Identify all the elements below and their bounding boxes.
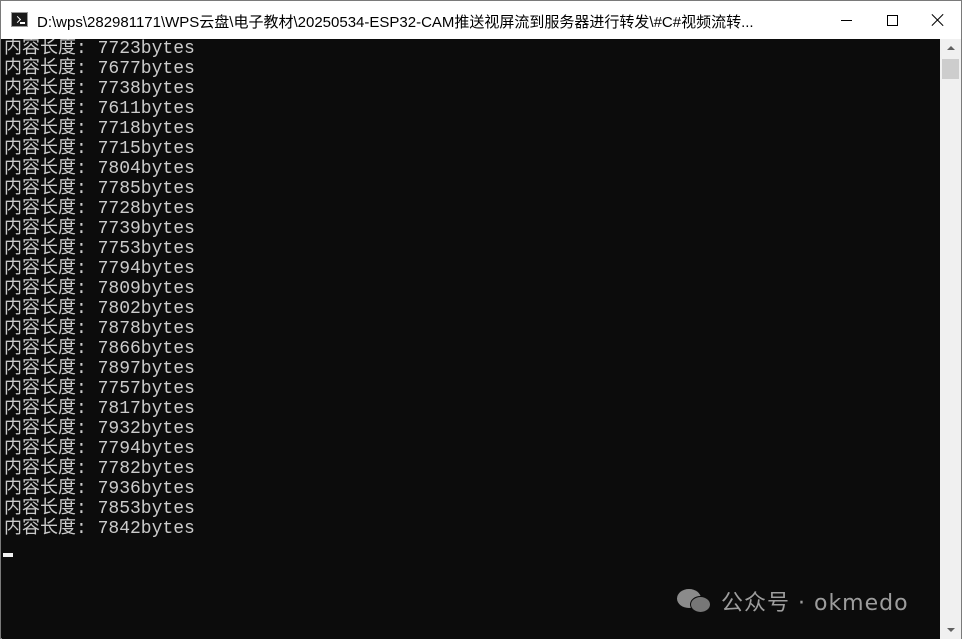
console-line: 内容长度: 7842bytes	[4, 519, 195, 539]
console-line: 内容长度: 7878bytes	[4, 319, 195, 339]
scroll-down-button[interactable]	[940, 621, 961, 639]
console-line: 内容长度: 7782bytes	[4, 459, 195, 479]
console-line: 内容长度: 7804bytes	[4, 159, 195, 179]
window-title: D:\wps\282981171\WPS云盘\电子教材\20250534-ESP…	[37, 14, 754, 31]
console-app-icon[interactable]	[11, 12, 28, 27]
console-line: 内容长度: 7817bytes	[4, 399, 195, 419]
chevron-up-icon	[946, 46, 955, 50]
console-line: 内容长度: 7936bytes	[4, 479, 195, 499]
console-line: 内容长度: 7794bytes	[4, 439, 195, 459]
console-line: 内容长度: 7794bytes	[4, 259, 195, 279]
console-line: 内容长度: 7866bytes	[4, 339, 195, 359]
console-line: 内容长度: 7753bytes	[4, 239, 195, 259]
maximize-button[interactable]	[869, 1, 915, 39]
console-line: 内容长度: 7677bytes	[4, 59, 195, 79]
console-line: 内容长度: 7718bytes	[4, 119, 195, 139]
console-output[interactable]: 内容长度: 7723bytes 内容长度: 7677bytes 内容长度: 77…	[2, 39, 940, 639]
console-line: 内容长度: 7739bytes	[4, 219, 195, 239]
chat-bubble-icon	[690, 596, 711, 613]
console-line: 内容长度: 7809bytes	[4, 279, 195, 299]
console-line: 内容长度: 7785bytes	[4, 179, 195, 199]
close-icon	[931, 13, 945, 27]
console-line: 内容长度: 7802bytes	[4, 299, 195, 319]
console-line: 内容长度: 7611bytes	[4, 99, 195, 119]
console-line: 内容长度: 7728bytes	[4, 199, 195, 219]
console-line: 内容长度: 7723bytes	[4, 39, 195, 59]
console-line: 内容长度: 7897bytes	[4, 359, 195, 379]
title-bar[interactable]: D:\wps\282981171\WPS云盘\电子教材\20250534-ESP…	[1, 1, 961, 39]
watermark: 公众号 · okmedo	[677, 585, 909, 617]
chevron-down-icon	[946, 628, 955, 632]
close-button[interactable]	[915, 1, 961, 39]
scroll-up-button[interactable]	[940, 39, 961, 57]
console-line: 内容长度: 7715bytes	[4, 139, 195, 159]
scrollbar-thumb[interactable]	[942, 59, 959, 79]
console-window: D:\wps\282981171\WPS云盘\电子教材\20250534-ESP…	[0, 0, 962, 639]
console-line: 内容长度: 7757bytes	[4, 379, 195, 399]
console-line: 内容长度: 7932bytes	[4, 419, 195, 439]
text-cursor	[3, 553, 13, 557]
minimize-icon	[840, 19, 852, 21]
vertical-scrollbar[interactable]	[940, 39, 961, 639]
console-line: 内容长度: 7853bytes	[4, 499, 195, 519]
watermark-text: 公众号 · okmedo	[721, 591, 909, 616]
console-line: 内容长度: 7738bytes	[4, 79, 195, 99]
maximize-icon	[886, 14, 898, 26]
minimize-button[interactable]	[823, 1, 869, 39]
wechat-icon	[677, 587, 713, 615]
